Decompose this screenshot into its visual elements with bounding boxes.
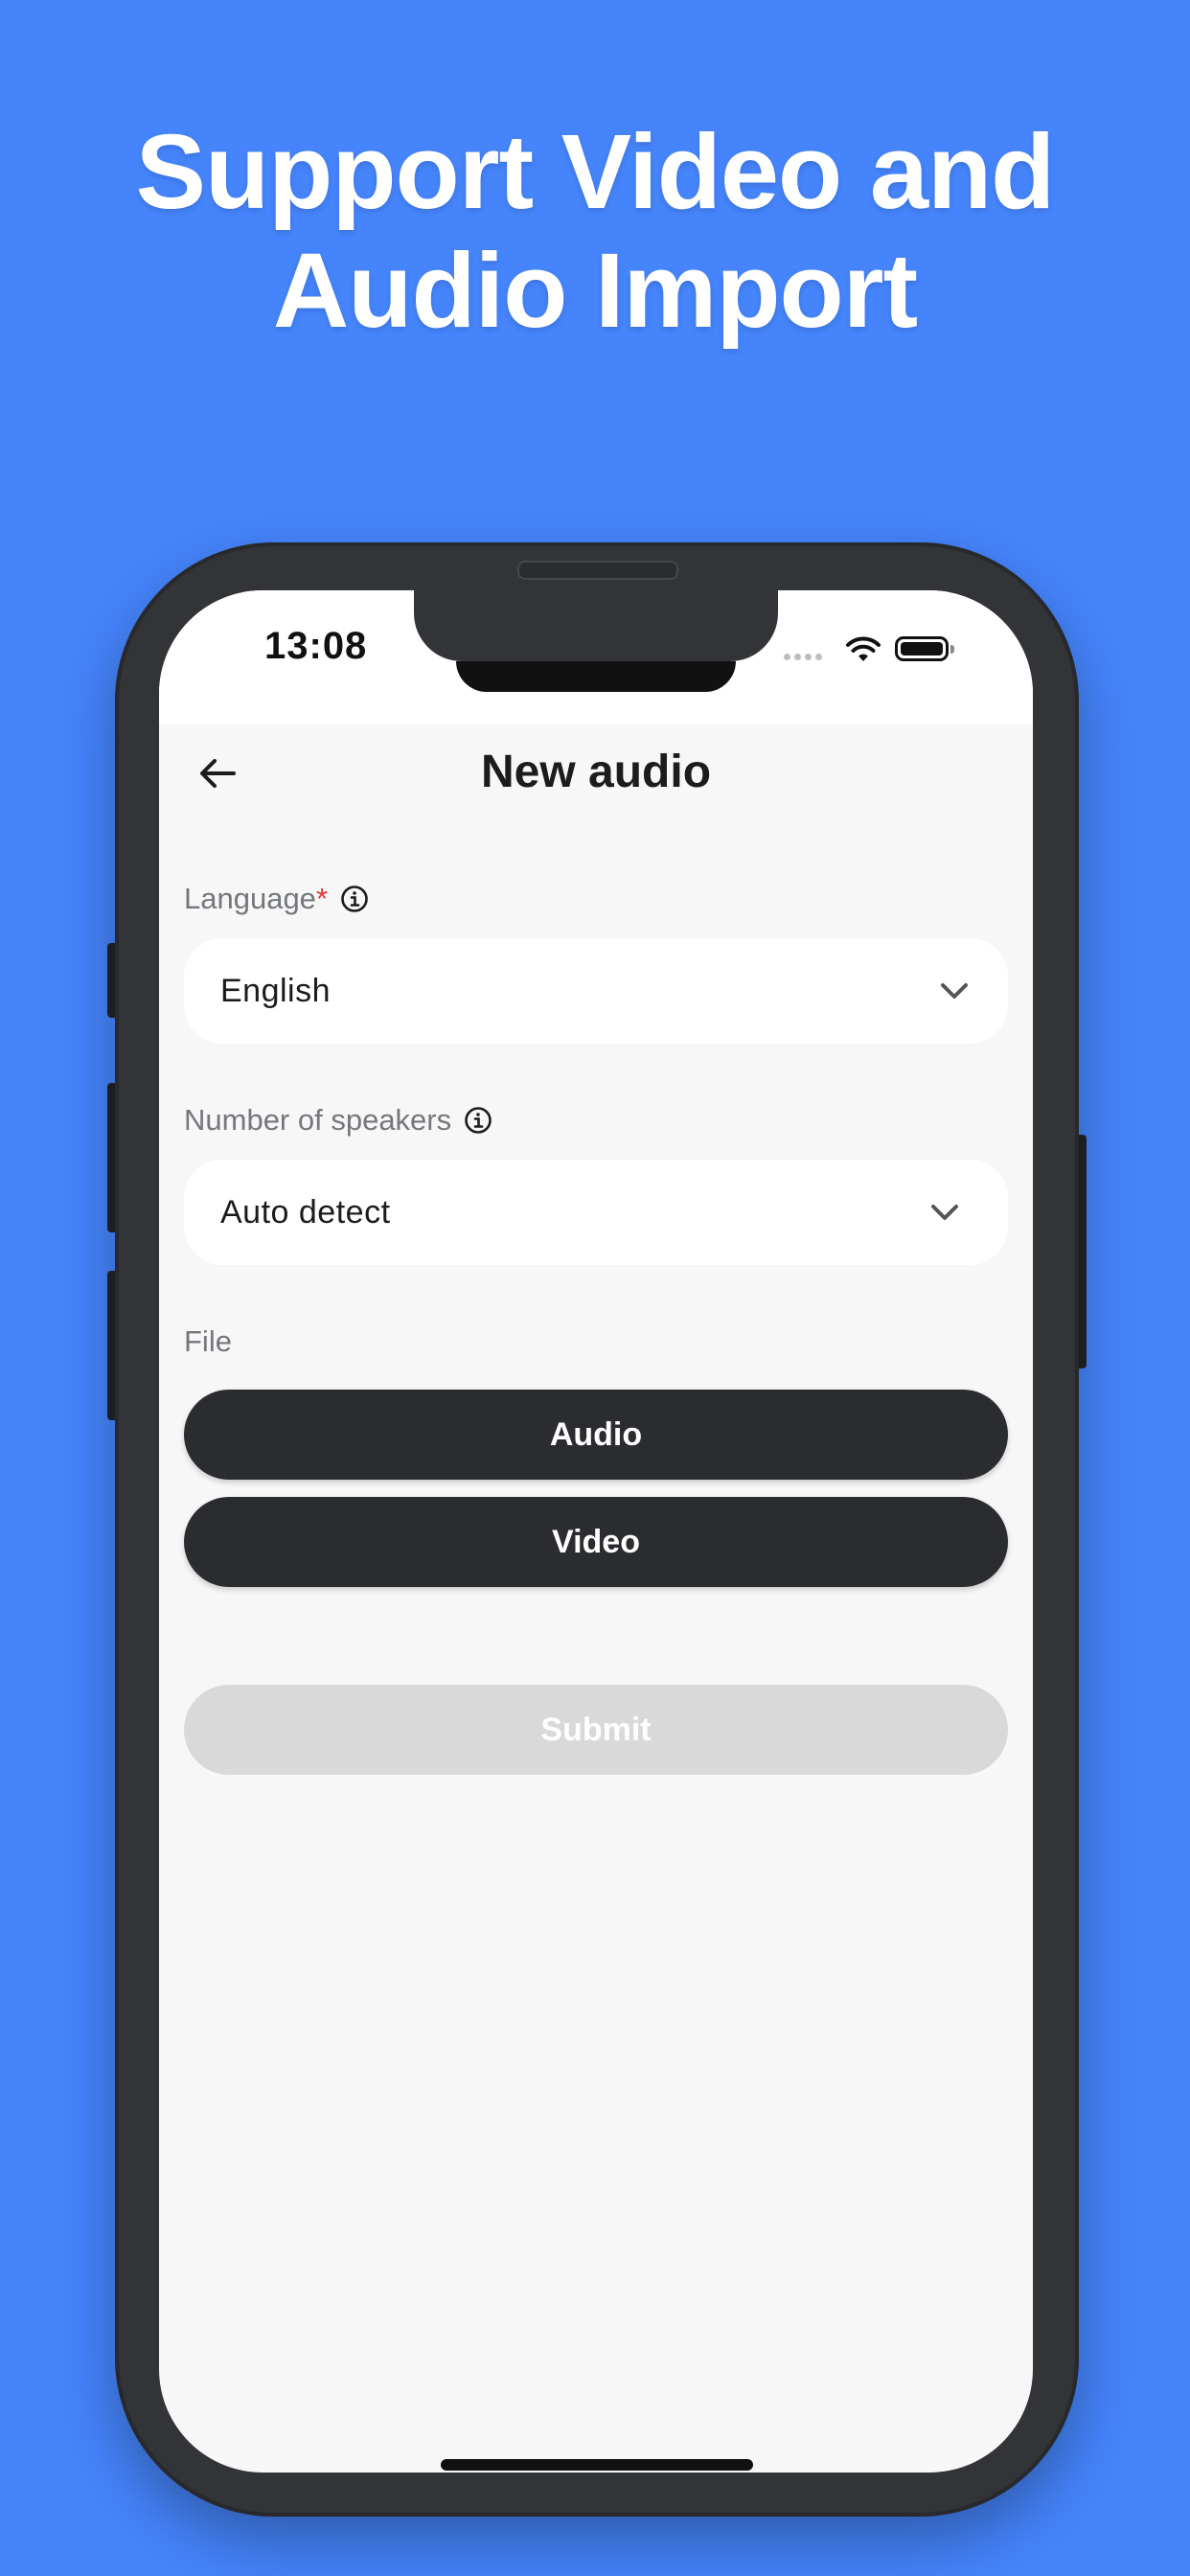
language-label-text: Language <box>184 882 316 915</box>
speaker-grille <box>517 561 678 580</box>
language-select[interactable]: English <box>184 938 1008 1044</box>
info-circle-icon[interactable] <box>339 884 370 914</box>
file-label-text: File <box>184 1324 232 1358</box>
video-button[interactable]: Video <box>184 1497 1008 1587</box>
battery-icon <box>895 636 954 661</box>
submit-button[interactable]: Submit <box>184 1685 1008 1775</box>
home-indicator <box>441 2459 753 2471</box>
camera-island <box>456 661 736 692</box>
wifi-icon <box>846 636 881 661</box>
audio-button[interactable]: Audio <box>184 1390 1008 1480</box>
speakers-value: Auto detect <box>220 1194 391 1230</box>
required-mark: * <box>315 882 329 915</box>
speakers-select[interactable]: Auto detect <box>184 1160 1008 1265</box>
notch <box>414 590 778 661</box>
file-label: File <box>184 1324 232 1359</box>
app-screen: 13:08 New audio Language * English Numbe… <box>159 590 1033 2472</box>
language-value: English <box>220 973 332 1009</box>
chevron-down-icon <box>931 1205 958 1220</box>
headline-line-2: Audio Import <box>272 232 918 350</box>
signal-dots-icon <box>784 654 822 660</box>
info-circle-icon[interactable] <box>463 1105 493 1136</box>
headline-line-1: Support Video and <box>135 113 1056 231</box>
page-title: New audio <box>480 747 712 797</box>
marketing-headline: Support Video and Audio Import <box>0 113 1190 351</box>
nav-bar: New audio <box>159 724 1033 816</box>
status-time: 13:08 <box>264 625 368 667</box>
language-label: Language * <box>184 882 370 916</box>
speakers-label: Number of speakers <box>184 1103 493 1138</box>
chevron-down-icon <box>941 983 968 999</box>
speakers-label-text: Number of speakers <box>184 1103 452 1137</box>
